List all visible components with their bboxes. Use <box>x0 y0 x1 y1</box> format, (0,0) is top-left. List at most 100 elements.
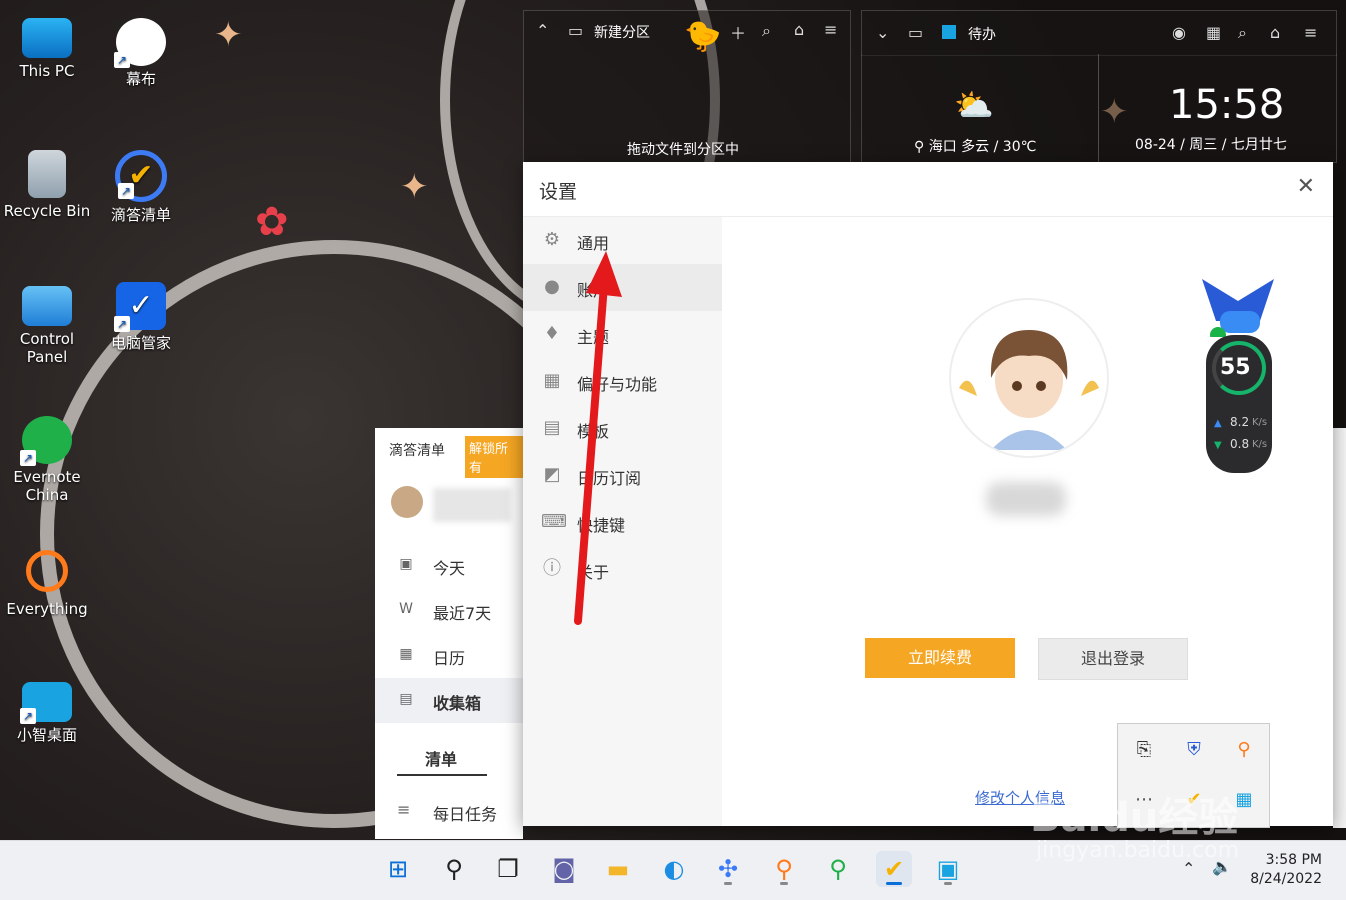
skin-icon[interactable]: ⌂ <box>1270 23 1280 42</box>
dida-nav-label: 收集箱 <box>433 694 482 713</box>
shortcut-arrow-icon: ↗ <box>114 52 130 68</box>
taskbar-date: 8/24/2022 <box>1250 871 1322 887</box>
shortcut-arrow-icon: ↗ <box>114 316 130 332</box>
edge-icon[interactable]: ◐ <box>656 851 692 887</box>
list-item-daily[interactable]: 每日任务 <box>433 801 497 825</box>
chevron-up-icon[interactable]: ⌃ <box>536 21 549 40</box>
partition-drop-hint: 拖动文件到分区中 <box>627 142 739 158</box>
desktop-icon-label: 幕布 <box>125 70 156 88</box>
user-circle-icon[interactable]: ◉ <box>1172 23 1186 42</box>
desktop-icon-this-pc[interactable]: This PC <box>2 18 92 80</box>
plus-icon[interactable]: ＋ <box>730 20 746 44</box>
desktop-icon-everything[interactable]: Everything <box>2 550 92 618</box>
butterfly-app-icon[interactable]: ✣ <box>710 851 746 887</box>
taskbar-time: 3:58 PM <box>1265 852 1322 868</box>
renew-button[interactable]: 立即续费 <box>865 638 1015 678</box>
search-green-icon[interactable]: ⚲ <box>820 851 856 887</box>
todo-title: 待办 <box>968 27 996 43</box>
desktop-icon-evernote[interactable]: ↗ Evernote China <box>2 416 92 504</box>
dida-nav-calendar[interactable]: ▦ 日历 <box>375 633 523 678</box>
location-pin-icon: ⚲ <box>914 139 929 155</box>
desktop-icon-label: This PC <box>19 62 75 80</box>
desktop-icon-label: Recycle Bin <box>3 202 91 220</box>
watermark-logo: Baidu经验 <box>1030 795 1239 841</box>
close-icon[interactable]: ✕ <box>1297 174 1315 199</box>
menu-icon[interactable]: ≡ <box>824 20 837 39</box>
search-icon[interactable]: ⌕ <box>762 21 771 41</box>
annotation-arrow-icon <box>574 251 622 625</box>
avatar[interactable] <box>391 486 423 518</box>
avatar-illustration <box>951 300 1107 456</box>
dida-nav-today[interactable]: ▣ 今天 <box>375 543 523 588</box>
file-explorer-icon[interactable]: ▬ <box>600 851 636 887</box>
desktop-icon-label: Everything <box>6 600 88 618</box>
window-icon[interactable]: ▭ <box>568 21 583 40</box>
active-indicator <box>886 882 902 885</box>
download-unit: K/s <box>1252 439 1268 450</box>
search-icon[interactable]: ⌕ <box>1238 23 1247 43</box>
dida-nav-inbox[interactable]: ▤ 收集箱 <box>375 678 523 723</box>
download-speed: 0.8 <box>1230 437 1250 451</box>
monitor-icon <box>22 18 72 58</box>
checkbox-icon <box>942 25 956 39</box>
settings-header: 设置 ✕ <box>523 162 1333 217</box>
clock-time: 15:58 <box>1169 82 1285 128</box>
shield-icon[interactable]: ⛨ <box>1180 736 1208 764</box>
partition-title[interactable]: 新建分区 <box>594 22 650 42</box>
desktop-icon-recycle-bin[interactable]: Recycle Bin <box>2 150 92 220</box>
desktop-icon-pc-manager[interactable]: ✓ ↗ 电脑管家 <box>96 282 186 352</box>
everything-icon[interactable]: ⚲ <box>766 851 802 887</box>
tab-list[interactable]: 清单 <box>425 746 457 770</box>
flower-decoration: ✿ <box>255 199 289 245</box>
photos-icon[interactable]: ▣ <box>930 851 966 887</box>
settings-title: 设置 <box>539 181 578 203</box>
calendar-icon[interactable]: ▦ <box>1206 23 1221 42</box>
task-view-icon[interactable]: ❐ <box>490 851 526 887</box>
background-panel <box>1333 428 1346 828</box>
calendar-icon: ▦ <box>399 646 413 662</box>
network-percent: 55 <box>1220 355 1251 380</box>
weather-value: 海口 多云 / 30℃ <box>928 139 1037 155</box>
desktop-icon-label: 滴答清单 <box>110 206 171 224</box>
desktop-icon-xiaozhi[interactable]: ↗ 小智桌面 <box>2 682 92 744</box>
chevron-down-icon[interactable]: ⌄ <box>876 23 889 42</box>
taskbar-clock[interactable]: 3:58 PM 8/24/2022 <box>1250 851 1322 889</box>
dida-check-icon[interactable]: ✔ <box>876 851 912 887</box>
chat-icon[interactable]: ◙ <box>546 851 582 887</box>
window-icon[interactable]: ▭ <box>908 23 923 42</box>
dida-nav-label: 最近7天 <box>433 604 492 623</box>
usb-icon[interactable]: ⎘ <box>1130 736 1158 764</box>
logout-button[interactable]: 退出登录 <box>1038 638 1188 680</box>
desktop-icon-control-panel[interactable]: Control Panel <box>2 286 92 366</box>
menu-icon[interactable]: ≡ <box>1304 23 1317 42</box>
skin-icon[interactable]: ⌂ <box>794 20 804 39</box>
tab-underline <box>397 774 487 776</box>
dida-nav-label: 今天 <box>433 559 466 578</box>
search-orange-icon <box>26 550 68 592</box>
search-orange-icon[interactable]: ⚲ <box>1230 736 1258 764</box>
unlock-badge[interactable]: 解锁所有 <box>465 436 523 478</box>
dida-app-title: 滴答清单 <box>389 443 445 459</box>
weather-text: ⚲ 海口 多云 / 30℃ <box>914 136 1036 156</box>
search-icon[interactable]: ⚲ <box>436 851 472 887</box>
upload-arrow-icon: ▲ <box>1214 418 1222 429</box>
desktop-icon-label: Control Panel <box>19 330 75 366</box>
dida-nav-week[interactable]: W 最近7天 <box>375 588 523 633</box>
mubu-icon: ↗ <box>114 18 166 68</box>
desktop-icon-dida[interactable]: ✔ ↗ 滴答清单 <box>96 150 186 224</box>
upload-speed: 8.2 <box>1230 415 1250 429</box>
todo-widget-header[interactable]: ⌄ ▭ 待办 ◉ ▦ ⌕ ⌂ ≡ <box>861 10 1337 56</box>
shortcut-arrow-icon: ↗ <box>20 450 36 466</box>
network-speed-widget[interactable]: 55 ▲ 8.2 K/s ▼ 0.8 K/s <box>1198 277 1284 477</box>
watermark-url: jingyan.baidu.com <box>1036 838 1240 863</box>
desktop-icon-mubu[interactable]: ↗ 幕布 <box>96 18 186 88</box>
partition-widget[interactable]: ⌃ ▭ 新建分区 🐤 ＋ ⌕ ⌂ ≡ 拖动文件到分区中 <box>523 10 851 164</box>
windows-start-icon[interactable]: ⊞ <box>380 851 416 887</box>
desktop-icon-label: 小智桌面 <box>16 726 77 744</box>
avatar[interactable] <box>949 298 1109 458</box>
running-indicator <box>780 882 788 885</box>
upload-unit: K/s <box>1252 417 1268 428</box>
network-panel: 55 ▲ 8.2 K/s ▼ 0.8 K/s <box>1206 335 1272 473</box>
sparkle-decoration: ✦ <box>400 167 429 207</box>
download-arrow-icon: ▼ <box>1214 440 1222 451</box>
